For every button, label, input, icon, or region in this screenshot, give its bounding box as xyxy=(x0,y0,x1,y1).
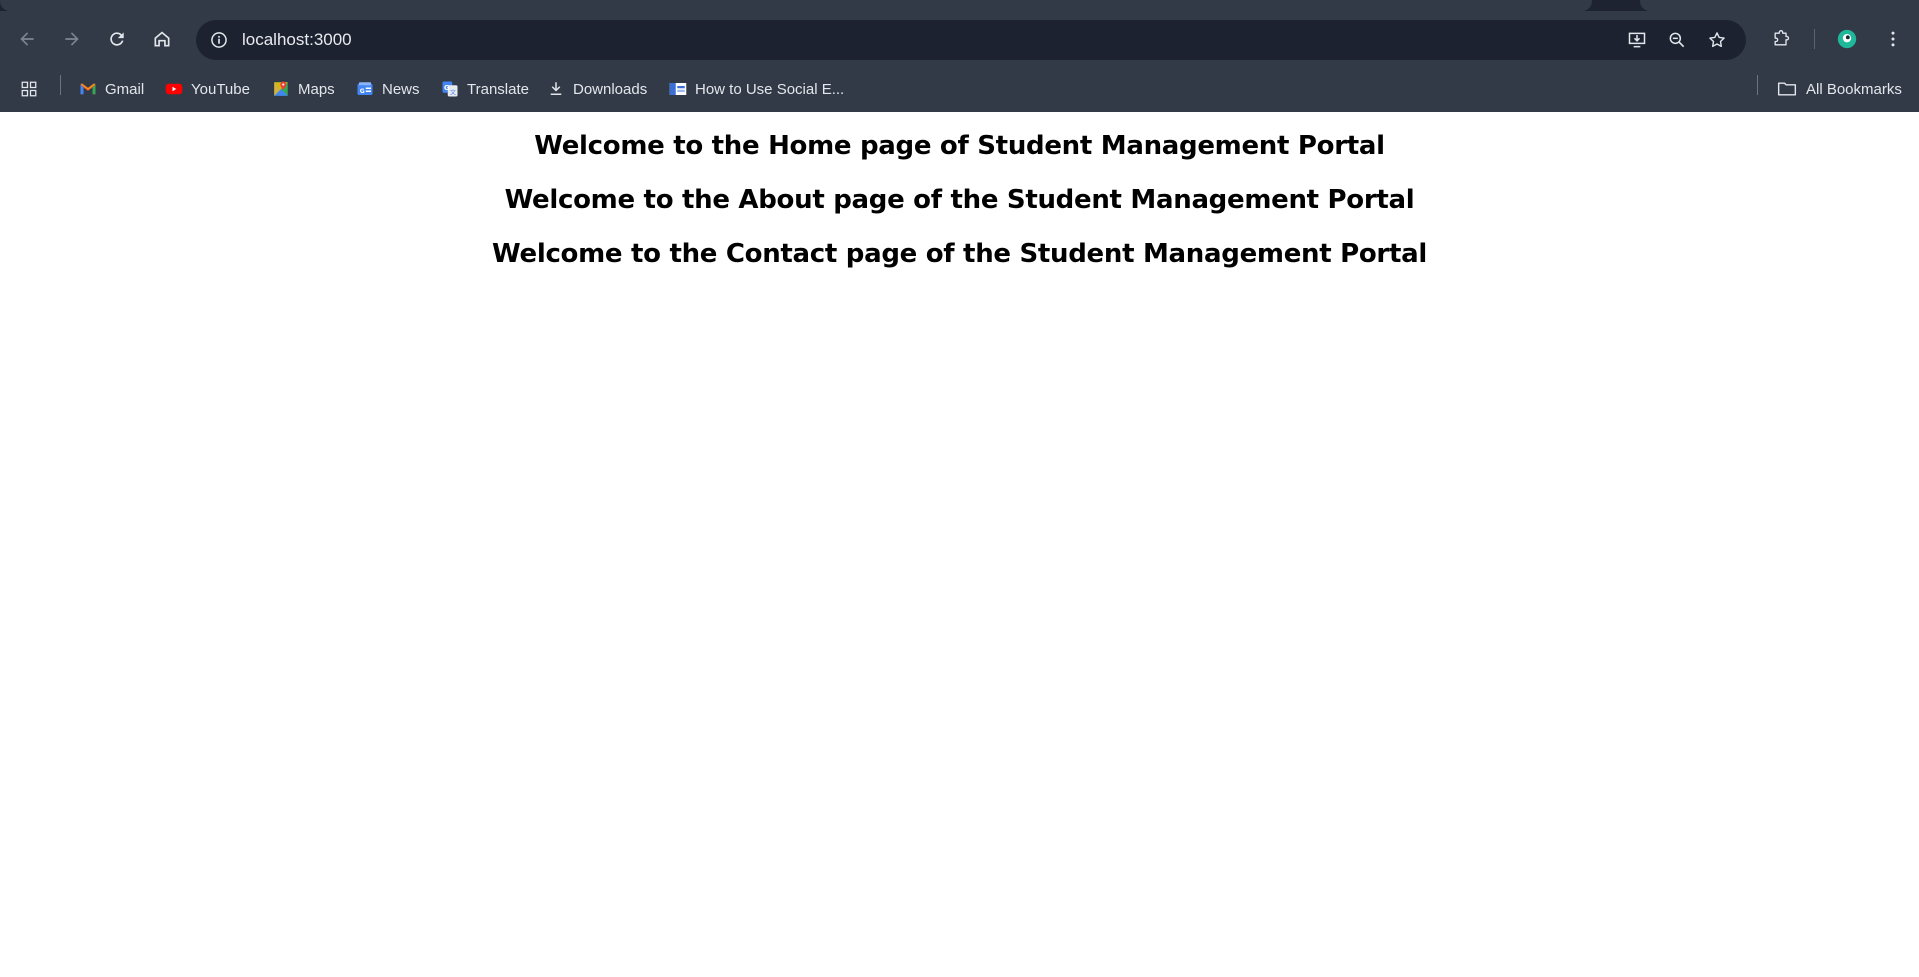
zoom-button[interactable] xyxy=(1662,25,1692,55)
page-favicon-icon xyxy=(669,80,687,98)
bookmarks-bar: Gmail YouTube Maps G News G文 Translate D… xyxy=(0,67,1919,112)
contact-heading: Welcome to the Contact page of the Stude… xyxy=(492,239,1427,269)
bookmark-youtube[interactable]: YouTube xyxy=(165,75,250,103)
bookmark-label: Gmail xyxy=(105,80,145,98)
bookmark-gmail[interactable]: Gmail xyxy=(79,75,144,103)
bookmark-label: News xyxy=(382,80,420,98)
arrow-right-icon xyxy=(65,32,79,46)
bookmark-label: YouTube xyxy=(191,80,250,98)
extensions-button[interactable] xyxy=(1764,22,1798,56)
svg-text:G: G xyxy=(360,88,365,95)
bookmark-star-button[interactable] xyxy=(1702,25,1732,55)
svg-text:文: 文 xyxy=(450,88,456,96)
kebab-menu-icon xyxy=(1891,31,1895,47)
bookmark-news[interactable]: G News xyxy=(356,75,420,103)
menu-button[interactable] xyxy=(1876,22,1910,56)
apps-button[interactable] xyxy=(20,75,46,103)
bookmark-label: Translate xyxy=(467,80,529,98)
browser-chrome: localhost:3000 Gmail YouTube Maps G News… xyxy=(0,0,1919,112)
home-button[interactable] xyxy=(145,22,179,56)
tab-strip-right xyxy=(1640,0,1919,11)
page-content: Welcome to the Home page of Student Mana… xyxy=(0,112,1919,977)
toolbar-divider xyxy=(1814,29,1815,49)
site-info-button[interactable] xyxy=(204,25,234,55)
zoom-out-icon xyxy=(1669,32,1685,48)
bookmarks-divider xyxy=(60,75,61,95)
url-text[interactable]: localhost:3000 xyxy=(242,20,352,60)
bookmark-label: Maps xyxy=(298,80,335,98)
address-bar[interactable]: localhost:3000 xyxy=(196,20,1746,60)
translate-icon: G文 xyxy=(441,80,459,98)
install-app-button[interactable] xyxy=(1622,25,1652,55)
download-icon xyxy=(547,80,565,98)
gmail-icon xyxy=(79,80,97,98)
home-icon xyxy=(154,31,170,47)
puzzle-icon xyxy=(1774,30,1790,46)
profile-button[interactable] xyxy=(1830,22,1864,56)
back-button[interactable] xyxy=(10,22,44,56)
folder-icon xyxy=(1776,80,1798,98)
reload-button[interactable] xyxy=(100,22,134,56)
bookmark-label: How to Use Social E... xyxy=(695,80,845,98)
bookmark-social-e[interactable]: How to Use Social E... xyxy=(669,75,844,103)
active-tab[interactable] xyxy=(0,0,1592,11)
bookmark-downloads[interactable]: Downloads xyxy=(547,75,647,103)
all-bookmarks-label: All Bookmarks xyxy=(1806,80,1902,98)
apps-grid-icon xyxy=(20,80,38,98)
maps-icon xyxy=(272,80,290,98)
all-bookmarks-button[interactable]: All Bookmarks xyxy=(1776,75,1902,103)
forward-button[interactable] xyxy=(55,22,89,56)
bookmark-translate[interactable]: G文 Translate xyxy=(441,75,529,103)
tab-strip xyxy=(0,0,1919,11)
star-icon xyxy=(1709,32,1725,48)
svg-text:G: G xyxy=(444,84,450,92)
about-heading: Welcome to the About page of the Student… xyxy=(504,185,1415,215)
avatar xyxy=(1837,29,1857,49)
reload-icon xyxy=(110,32,124,46)
bookmark-label: Downloads xyxy=(573,80,648,98)
toolbar: localhost:3000 xyxy=(0,11,1919,67)
home-heading: Welcome to the Home page of Student Mana… xyxy=(534,131,1385,161)
info-icon xyxy=(211,32,227,48)
install-app-icon xyxy=(1628,32,1646,48)
bookmarks-divider xyxy=(1757,75,1758,95)
youtube-icon xyxy=(165,80,183,98)
news-icon: G xyxy=(356,80,374,98)
bookmark-maps[interactable]: Maps xyxy=(272,75,335,103)
arrow-left-icon xyxy=(20,32,34,46)
